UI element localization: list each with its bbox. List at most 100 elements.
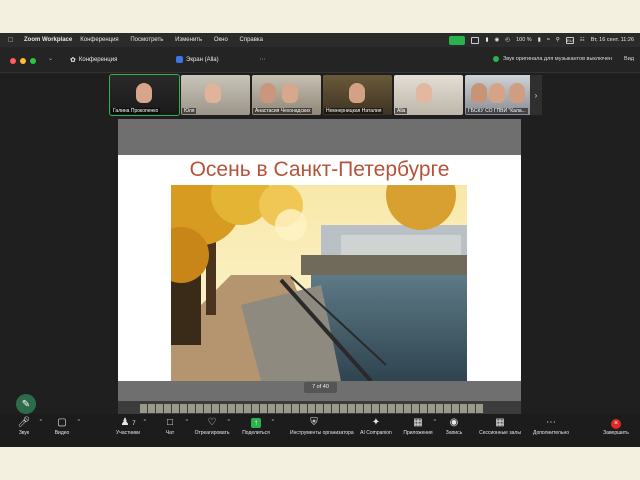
- chat-label: Чат: [165, 430, 175, 436]
- original-sound-status[interactable]: Звук оригинала для музыкантов выключен: [503, 56, 612, 62]
- slide-thumb[interactable]: [476, 404, 483, 413]
- slide-thumb[interactable]: [164, 404, 171, 413]
- tab-more-icon[interactable]: ⋯: [260, 56, 266, 63]
- apple-icon[interactable]: : [8, 37, 18, 44]
- slide-thumb[interactable]: [180, 404, 187, 413]
- slide-thumb[interactable]: [236, 404, 243, 413]
- tab-screen[interactable]: Экран (Alla) ⋯: [176, 56, 266, 63]
- breakout-rooms-button[interactable]: ▦ Сессионные залы: [476, 416, 524, 436]
- slide-thumb[interactable]: [140, 404, 147, 413]
- slide-thumb[interactable]: [404, 404, 411, 413]
- zoom-window-button[interactable]: [30, 58, 36, 64]
- slide-thumb[interactable]: [284, 404, 291, 413]
- slide-title: Осень в Санкт-Петербурге: [189, 158, 450, 181]
- slide-thumb[interactable]: [252, 404, 259, 413]
- tab-screen-label: Экран (Alla): [186, 56, 219, 63]
- chevron-up-icon[interactable]: ^: [272, 419, 274, 425]
- menu-edit[interactable]: Изменить: [175, 37, 202, 43]
- titlebar-right: Звук оригинала для музыкантов выключен В…: [492, 56, 634, 62]
- wifi-icon[interactable]: ≈: [547, 37, 550, 43]
- chat-button[interactable]: □ Чат ^: [146, 416, 194, 436]
- security-shield-icon[interactable]: [492, 56, 499, 62]
- participant-tile[interactable]: Галина Прокопенко: [109, 74, 180, 116]
- slide-thumb[interactable]: [468, 404, 475, 413]
- slide-thumb[interactable]: [332, 404, 339, 413]
- control-center-icon[interactable]: ☷: [580, 37, 585, 43]
- slide-thumb[interactable]: [228, 404, 235, 413]
- slide-thumb[interactable]: [156, 404, 163, 413]
- participant-tile[interactable]: ГБСКУ СО ГПВИ "Кала...: [465, 75, 534, 115]
- slide-thumb[interactable]: [444, 404, 451, 413]
- input-language[interactable]: RU: [565, 36, 574, 44]
- menu-conference[interactable]: Конференция: [80, 37, 118, 43]
- participant-tile[interactable]: Alla: [394, 75, 463, 115]
- slide-thumb[interactable]: [220, 404, 227, 413]
- react-button[interactable]: ♡ Отреагировать ^: [188, 416, 236, 436]
- slide-thumb[interactable]: [396, 404, 403, 413]
- slide-thumb[interactable]: [428, 404, 435, 413]
- end-icon: ×: [611, 419, 621, 429]
- slide-thumb[interactable]: [436, 404, 443, 413]
- signal-icon[interactable]: ▮: [485, 37, 488, 43]
- slide-thumb[interactable]: [324, 404, 331, 413]
- menu-view[interactable]: Посмотреть: [130, 37, 163, 43]
- slide-thumb[interactable]: [420, 404, 427, 413]
- slide-thumb[interactable]: [412, 404, 419, 413]
- slide-thumb[interactable]: [212, 404, 219, 413]
- slide-thumb[interactable]: [356, 404, 363, 413]
- slide-thumb[interactable]: [460, 404, 467, 413]
- participant-tile[interactable]: Немнерницкая Наталия: [323, 75, 392, 115]
- menu-window[interactable]: Окно: [214, 37, 228, 43]
- slide-thumb[interactable]: [380, 404, 387, 413]
- close-window-button[interactable]: [10, 58, 16, 64]
- slide-thumb[interactable]: [148, 404, 155, 413]
- participant-tile[interactable]: Юля: [181, 75, 250, 115]
- slide-thumb[interactable]: [268, 404, 275, 413]
- slide-thumb[interactable]: [292, 404, 299, 413]
- slide-thumb[interactable]: [204, 404, 211, 413]
- minimize-window-button[interactable]: [20, 58, 26, 64]
- slide-thumb[interactable]: [244, 404, 251, 413]
- tab-meeting[interactable]: ✿ Конференция: [70, 56, 117, 64]
- annotate-button[interactable]: ✎: [16, 394, 36, 414]
- end-meeting-label: Завершить: [603, 430, 629, 436]
- video-button[interactable]: ▢ Видео ^: [38, 416, 86, 436]
- record-button[interactable]: ◉ Запись: [430, 416, 478, 436]
- slide-thumb[interactable]: [364, 404, 371, 413]
- timer-icon[interactable]: ◴: [505, 37, 510, 43]
- participants-button[interactable]: ♟ 7 Участники ^: [104, 416, 152, 436]
- ai-companion-button[interactable]: ✦ AI Companion: [352, 416, 400, 436]
- slide-thumb[interactable]: [172, 404, 179, 413]
- participant-tile[interactable]: Анастасия Чехонадских: [252, 75, 321, 115]
- slide-thumb[interactable]: [348, 404, 355, 413]
- battery-icon[interactable]: ▮: [538, 37, 541, 43]
- end-meeting-button[interactable]: × Завершить: [592, 416, 640, 436]
- search-icon[interactable]: ⚲: [556, 37, 560, 43]
- host-tools-button[interactable]: ⛨ Инструменты организатора: [290, 416, 354, 436]
- slide-thumb[interactable]: [388, 404, 395, 413]
- menu-help[interactable]: Справка: [239, 37, 263, 43]
- slide-thumb[interactable]: [300, 404, 307, 413]
- slide-thumb[interactable]: [276, 404, 283, 413]
- slide-thumb[interactable]: [452, 404, 459, 413]
- chevron-down-icon[interactable]: ⌄: [48, 55, 53, 62]
- slide-thumb[interactable]: [308, 404, 315, 413]
- slide-thumb[interactable]: [260, 404, 267, 413]
- slide-thumb[interactable]: [340, 404, 347, 413]
- next-participants-button[interactable]: ›: [530, 75, 542, 115]
- slide-thumb[interactable]: [188, 404, 195, 413]
- chevron-up-icon[interactable]: ^: [228, 419, 230, 425]
- status-icon-a[interactable]: [471, 36, 480, 44]
- camera-in-use-icon[interactable]: [449, 35, 466, 45]
- battery-text[interactable]: 100 %: [516, 37, 532, 43]
- view-button[interactable]: Вид: [624, 56, 634, 62]
- more-button[interactable]: ⋯ Дополнительно: [527, 416, 575, 436]
- share-button[interactable]: ↑ Поделиться ^: [232, 416, 280, 436]
- slide-thumb[interactable]: [372, 404, 379, 413]
- app-name[interactable]: Zoom Workplace: [24, 37, 72, 43]
- slide-thumb[interactable]: [316, 404, 323, 413]
- clock[interactable]: Вт, 16 сент. 11:26: [591, 37, 634, 43]
- slide-thumb[interactable]: [196, 404, 203, 413]
- chevron-up-icon[interactable]: ^: [78, 419, 80, 425]
- record-status-icon[interactable]: ◉: [494, 37, 499, 43]
